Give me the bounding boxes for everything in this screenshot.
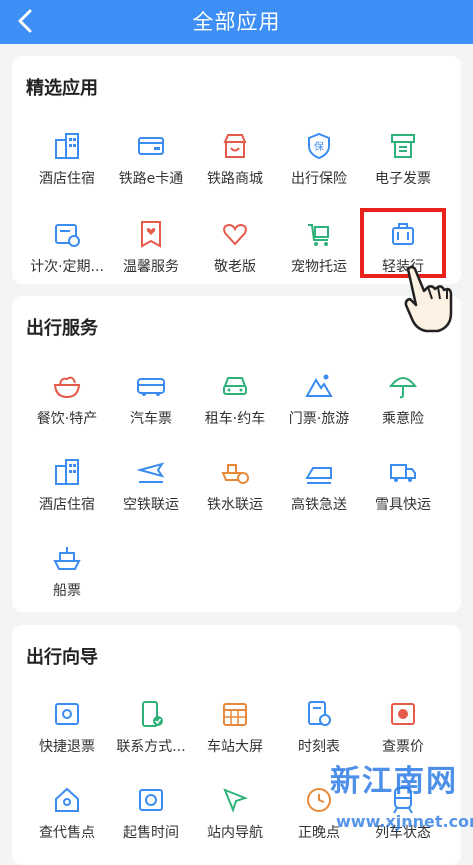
app-label: 快捷退票 (39, 739, 95, 755)
app-label: 起售时间 (123, 825, 179, 841)
app-ship-ticket[interactable]: 船票 (22, 544, 112, 614)
clock-icon (307, 788, 331, 812)
app-tickets-tourism[interactable]: 门票·旅游 (274, 372, 364, 442)
shop-icon (223, 134, 247, 158)
invoice-icon (391, 134, 415, 158)
app-label: 租车·约车 (204, 411, 266, 427)
ship-rail-icon (221, 464, 249, 484)
heart-icon (223, 223, 247, 246)
app-air-rail[interactable]: 空铁联运 (106, 458, 196, 528)
app-hotel-2[interactable]: 酒店住宿 (22, 458, 112, 528)
app-label: 计次·定期... (30, 259, 104, 275)
pointing-hand-icon (404, 265, 453, 333)
app-label: 酒店住宿 (39, 497, 95, 513)
umbrella-icon (389, 377, 417, 399)
app-rail-water[interactable]: 铁水联运 (190, 458, 280, 528)
svg-text:保: 保 (314, 140, 324, 153)
app-label: 铁路e卡通 (118, 171, 184, 187)
navigation-icon (223, 788, 248, 813)
app-quick-refund[interactable]: 快捷退票 (22, 700, 112, 770)
app-label: 宠物托运 (291, 259, 347, 275)
app-label: 餐饮·特产 (36, 411, 98, 427)
bullet-train-icon (305, 467, 332, 484)
app-label: 雪具快运 (375, 497, 431, 513)
app-station-navigation[interactable]: 站内导航 (190, 786, 280, 856)
app-label: 铁水联运 (207, 497, 263, 513)
insurance-icon: 保 (308, 132, 330, 160)
app-agency-points[interactable]: 查代售点 (22, 786, 112, 856)
section-title: 精选应用 (26, 78, 98, 99)
app-elderly-mode[interactable]: 敬老版 (190, 220, 280, 290)
hotel-icon (55, 459, 79, 485)
app-label: 时刻表 (298, 739, 340, 755)
app-rail-mall[interactable]: 铁路商城 (190, 132, 280, 202)
hotel-icon (55, 133, 79, 159)
app-label: 酒店住宿 (39, 171, 95, 187)
mountain-icon (305, 374, 333, 397)
app-e-invoice[interactable]: 电子发票 (358, 132, 448, 202)
app-station-screen[interactable]: 车站大屏 (190, 700, 280, 770)
app-pet-shipping[interactable]: 宠物托运 (274, 220, 364, 290)
watermark-logo: 新江南网 (330, 764, 458, 799)
house-icon (55, 787, 79, 812)
app-warm-service[interactable]: 温馨服务 (106, 220, 196, 290)
page-title: 全部应用 (192, 10, 281, 34)
heart-bookmark-icon (141, 221, 161, 248)
app-label: 乘意险 (382, 411, 424, 427)
app-label: 电子发票 (375, 171, 431, 187)
plane-icon (137, 462, 165, 483)
clock-ticket-icon (139, 789, 163, 811)
app-rail-ecard[interactable]: 铁路e卡通 (106, 132, 196, 202)
app-contact[interactable]: 联系方式... (106, 700, 196, 770)
car-icon (223, 377, 247, 395)
app-periodic-ticket[interactable]: 计次·定期... (22, 220, 112, 290)
app-label: 站内导航 (207, 825, 263, 841)
app-label: 铁路商城 (207, 171, 263, 187)
app-ride-insurance[interactable]: 乘意险 (358, 372, 448, 442)
watermark-url: www.xjnnet.com (336, 812, 473, 831)
app-ski-shipping[interactable]: 雪具快运 (358, 458, 448, 528)
app-label: 门票·旅游 (288, 411, 350, 427)
app-label: 敬老版 (214, 259, 256, 275)
grid-screen-icon (223, 703, 247, 726)
refund-ticket-icon (55, 703, 79, 725)
truck-icon (390, 464, 416, 482)
app-label: 出行保险 (291, 171, 347, 187)
app-food-specialty[interactable]: 餐饮·特产 (22, 372, 112, 442)
app-label: 联系方式... (116, 739, 186, 755)
pet-cart-icon (308, 224, 329, 246)
app-hsr-express[interactable]: 高铁急送 (274, 458, 364, 528)
calendar-ticket-icon (55, 224, 80, 247)
price-icon (391, 703, 415, 725)
app-label: 查票价 (382, 739, 424, 755)
section-title: 出行向导 (26, 647, 98, 668)
card-icon (138, 137, 164, 155)
bus-icon (137, 378, 165, 396)
app-label: 车站大屏 (207, 739, 263, 755)
app-bus-ticket[interactable]: 汽车票 (106, 372, 196, 442)
app-label: 高铁急送 (291, 497, 347, 513)
app-label: 温馨服务 (123, 259, 179, 275)
app-hotel[interactable]: 酒店住宿 (22, 132, 112, 202)
section-title: 出行服务 (26, 318, 98, 339)
timetable-icon (308, 701, 331, 726)
ship-icon (53, 547, 81, 570)
app-label: 空铁联运 (123, 497, 179, 513)
header-bar: 全部应用 (0, 0, 473, 44)
app-car-rental[interactable]: 租车·约车 (190, 372, 280, 442)
phone-check-icon (142, 701, 163, 727)
app-label: 汽车票 (130, 411, 172, 427)
app-label: 船票 (53, 583, 81, 599)
app-label: 查代售点 (39, 825, 95, 841)
app-travel-insurance[interactable]: 保 出行保险 (274, 132, 364, 202)
app-sale-time[interactable]: 起售时间 (106, 786, 196, 856)
noodle-icon (53, 376, 81, 399)
